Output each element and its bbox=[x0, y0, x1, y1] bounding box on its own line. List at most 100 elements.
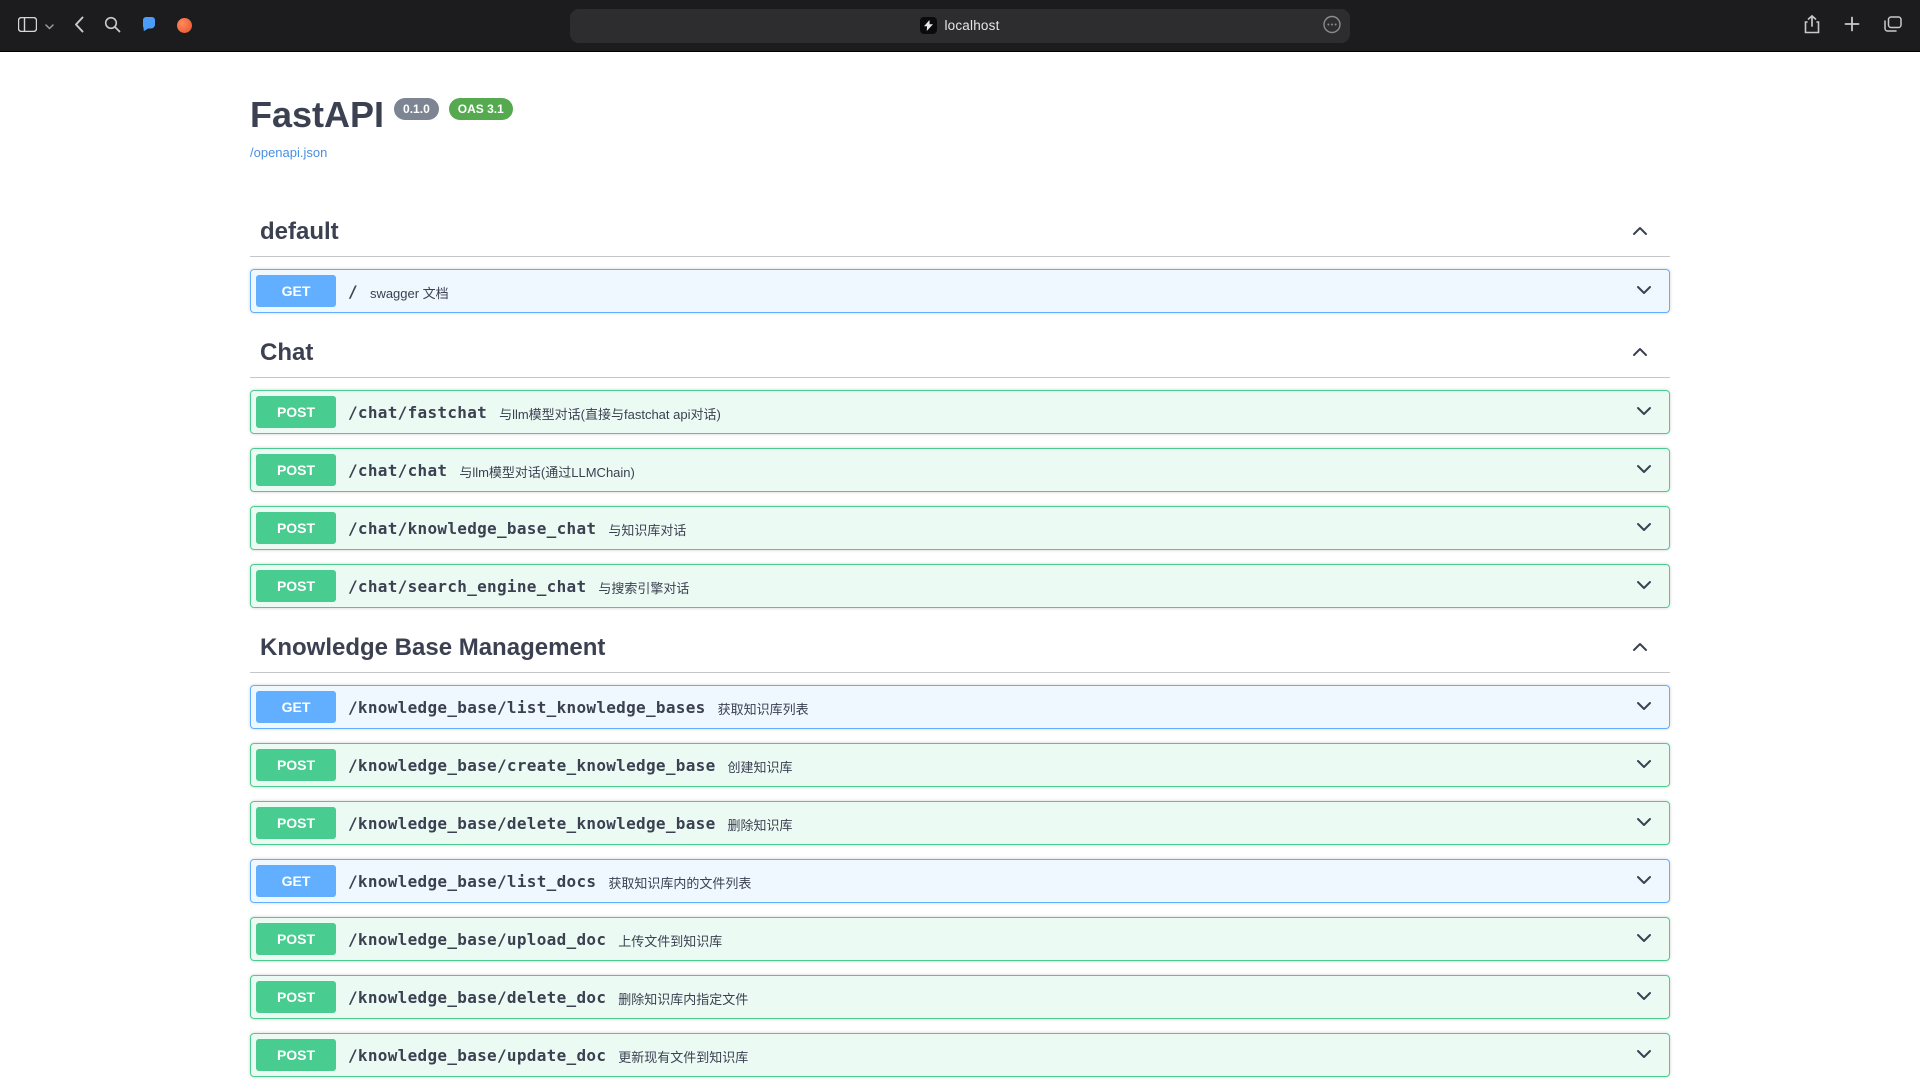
endpoint-row[interactable]: POST /chat/knowledge_base_chat 与知识库对话 bbox=[250, 506, 1670, 550]
tab-overview-icon bbox=[1884, 16, 1902, 35]
endpoint-path: /knowledge_base/upload_doc bbox=[348, 930, 606, 949]
endpoint-description: 与搜索引擎对话 bbox=[598, 576, 689, 597]
expand-endpoint-button[interactable] bbox=[1634, 459, 1654, 482]
extension-orange-button[interactable] bbox=[175, 16, 194, 35]
endpoint-path: /knowledge_base/delete_knowledge_base bbox=[348, 814, 716, 833]
page-menu-button[interactable] bbox=[1323, 15, 1341, 36]
address-bar[interactable]: localhost bbox=[570, 9, 1350, 43]
version-badge: 0.1.0 bbox=[394, 98, 439, 120]
share-icon bbox=[1804, 15, 1820, 37]
expand-endpoint-button[interactable] bbox=[1634, 517, 1654, 540]
back-button[interactable] bbox=[72, 14, 86, 38]
endpoint-description: 创建知识库 bbox=[728, 755, 793, 776]
endpoint-description: 与知识库对话 bbox=[608, 518, 686, 539]
expand-endpoint-button[interactable] bbox=[1634, 812, 1654, 835]
endpoint-description: 获取知识库内的文件列表 bbox=[608, 871, 751, 892]
toolbar-left-group bbox=[16, 14, 194, 38]
share-button[interactable] bbox=[1802, 13, 1822, 39]
http-method-badge: GET bbox=[256, 691, 336, 723]
sidebar-toggle-button[interactable] bbox=[16, 15, 39, 37]
endpoint-path: /chat/search_engine_chat bbox=[348, 577, 586, 596]
expand-endpoint-button[interactable] bbox=[1634, 280, 1654, 303]
endpoint-row[interactable]: GET /knowledge_base/list_docs 获取知识库内的文件列… bbox=[250, 859, 1670, 903]
chevron-down-icon bbox=[1634, 986, 1654, 1009]
section-header[interactable]: Knowledge Base Management bbox=[250, 624, 1670, 673]
page-title: FastAPI bbox=[250, 94, 384, 136]
endpoint-row[interactable]: POST /knowledge_base/delete_knowledge_ba… bbox=[250, 801, 1670, 845]
screen: localhost bbox=[0, 0, 1920, 1080]
endpoint-row[interactable]: POST /knowledge_base/create_knowledge_ba… bbox=[250, 743, 1670, 787]
section-header[interactable]: default bbox=[250, 208, 1670, 257]
collapse-section-button[interactable] bbox=[1630, 342, 1650, 365]
http-method-badge: POST bbox=[256, 749, 336, 781]
endpoint-row[interactable]: GET / swagger 文档 bbox=[250, 269, 1670, 313]
expand-endpoint-button[interactable] bbox=[1634, 928, 1654, 951]
endpoint-path: /knowledge_base/create_knowledge_base bbox=[348, 756, 716, 775]
address-bar-center: localhost bbox=[920, 17, 999, 34]
endpoint-row[interactable]: GET /knowledge_base/list_knowledge_bases… bbox=[250, 685, 1670, 729]
chevron-down-icon bbox=[1634, 1044, 1654, 1067]
expand-endpoint-button[interactable] bbox=[1634, 1044, 1654, 1067]
collapse-section-button[interactable] bbox=[1630, 637, 1650, 660]
sidebar-menu-button[interactable] bbox=[43, 16, 56, 35]
expand-endpoint-button[interactable] bbox=[1634, 754, 1654, 777]
openapi-link[interactable]: /openapi.json bbox=[250, 145, 327, 160]
section-title: default bbox=[260, 218, 339, 246]
chevron-up-icon bbox=[1630, 221, 1650, 244]
expand-endpoint-button[interactable] bbox=[1634, 401, 1654, 424]
endpoint-row[interactable]: POST /knowledge_base/delete_doc 删除知识库内指定… bbox=[250, 975, 1670, 1019]
extension-blue-button[interactable] bbox=[139, 14, 159, 37]
section-title: Knowledge Base Management bbox=[260, 634, 605, 662]
endpoint-summary-row: POST /knowledge_base/update_doc 更新现有文件到知… bbox=[251, 1034, 1669, 1076]
http-method-badge: GET bbox=[256, 865, 336, 897]
endpoint-path: /knowledge_base/list_knowledge_bases bbox=[348, 698, 706, 717]
api-info: FastAPI 0.1.0 OAS 3.1 /openapi.json bbox=[250, 94, 1670, 162]
chevron-up-icon bbox=[1630, 637, 1650, 660]
url-text: localhost bbox=[944, 18, 999, 33]
new-tab-button[interactable] bbox=[1842, 14, 1862, 37]
operations: POST /chat/fastchat 与llm模型对话(直接与fastchat… bbox=[250, 390, 1670, 608]
endpoint-path: /chat/knowledge_base_chat bbox=[348, 519, 596, 538]
section-header[interactable]: Chat bbox=[250, 329, 1670, 378]
endpoint-description: 获取知识库列表 bbox=[718, 697, 809, 718]
expand-endpoint-button[interactable] bbox=[1634, 986, 1654, 1009]
endpoint-summary-row: POST /knowledge_base/delete_doc 删除知识库内指定… bbox=[251, 976, 1669, 1018]
endpoint-path: /chat/fastchat bbox=[348, 403, 487, 422]
plus-icon bbox=[1844, 16, 1860, 35]
chevron-down-icon bbox=[1634, 575, 1654, 598]
expand-endpoint-button[interactable] bbox=[1634, 696, 1654, 719]
title-row: FastAPI 0.1.0 OAS 3.1 bbox=[250, 94, 1670, 136]
site-favicon-icon bbox=[920, 17, 937, 34]
http-method-badge: POST bbox=[256, 807, 336, 839]
endpoint-row[interactable]: POST /chat/chat 与llm模型对话(通过LLMChain) bbox=[250, 448, 1670, 492]
chevron-down-icon bbox=[1634, 280, 1654, 303]
expand-endpoint-button[interactable] bbox=[1634, 870, 1654, 893]
collapse-section-button[interactable] bbox=[1630, 221, 1650, 244]
sidebar-icon bbox=[18, 17, 37, 35]
http-method-badge: POST bbox=[256, 396, 336, 428]
endpoint-summary-row: POST /chat/search_engine_chat 与搜索引擎对话 bbox=[251, 565, 1669, 607]
operations: GET /knowledge_base/list_knowledge_bases… bbox=[250, 685, 1670, 1080]
endpoint-description: 与llm模型对话(直接与fastchat api对话) bbox=[499, 402, 721, 423]
expand-endpoint-button[interactable] bbox=[1634, 575, 1654, 598]
endpoint-row[interactable]: POST /chat/search_engine_chat 与搜索引擎对话 bbox=[250, 564, 1670, 608]
endpoint-summary-row: GET /knowledge_base/list_docs 获取知识库内的文件列… bbox=[251, 860, 1669, 902]
endpoint-row[interactable]: POST /knowledge_base/update_doc 更新现有文件到知… bbox=[250, 1033, 1670, 1077]
endpoint-description: 上传文件到知识库 bbox=[618, 929, 722, 950]
sidebar-cluster bbox=[16, 15, 56, 37]
endpoint-row[interactable]: POST /chat/fastchat 与llm模型对话(直接与fastchat… bbox=[250, 390, 1670, 434]
section-title: Chat bbox=[260, 339, 313, 367]
endpoint-description: 与llm模型对话(通过LLMChain) bbox=[459, 460, 635, 481]
endpoint-description: swagger 文档 bbox=[370, 281, 449, 302]
browser-toolbar: localhost bbox=[0, 0, 1920, 52]
endpoint-summary-row: POST /chat/chat 与llm模型对话(通过LLMChain) bbox=[251, 449, 1669, 491]
http-method-badge: POST bbox=[256, 570, 336, 602]
endpoint-row[interactable]: POST /knowledge_base/upload_doc 上传文件到知识库 bbox=[250, 917, 1670, 961]
search-button[interactable] bbox=[102, 14, 123, 38]
extension-blue-icon bbox=[141, 16, 157, 35]
http-method-badge: POST bbox=[256, 1039, 336, 1071]
tab-overview-button[interactable] bbox=[1882, 14, 1904, 37]
endpoint-summary-row: POST /chat/knowledge_base_chat 与知识库对话 bbox=[251, 507, 1669, 549]
endpoint-description: 删除知识库内指定文件 bbox=[618, 987, 748, 1008]
endpoint-path: /knowledge_base/delete_doc bbox=[348, 988, 606, 1007]
